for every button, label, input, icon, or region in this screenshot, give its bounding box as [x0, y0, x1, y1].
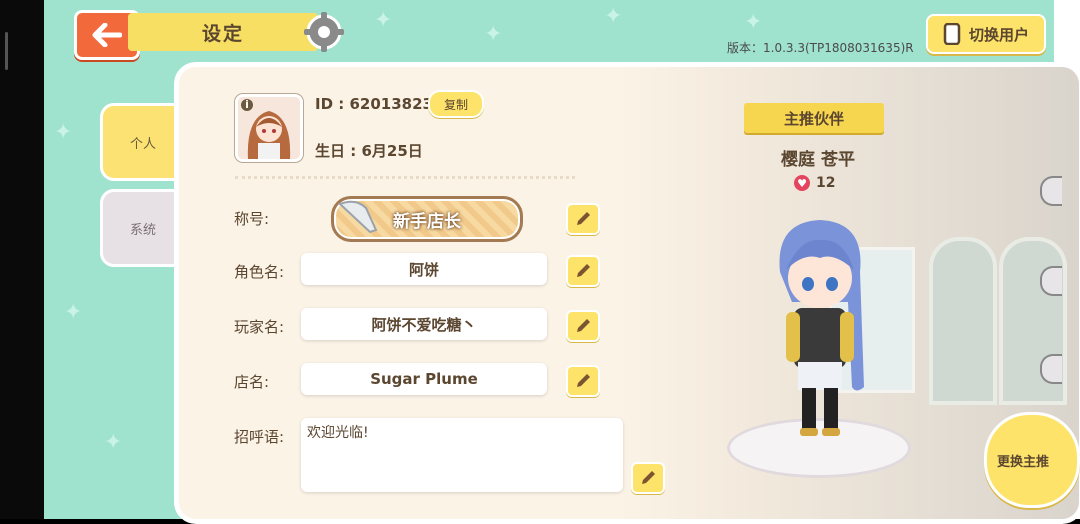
side-slider-handle[interactable]	[1040, 176, 1062, 206]
partner-character-sprite[interactable]	[760, 212, 880, 444]
player-avatar[interactable]: i	[235, 94, 303, 162]
sparkle-icon: ✦	[604, 4, 623, 29]
featured-partner-title: 主推伙伴	[783, 109, 844, 128]
pencil-icon	[577, 319, 590, 332]
tab-system-label: 系统	[129, 222, 156, 238]
dotted-divider	[235, 176, 575, 179]
greeting-label: 招呼语:	[234, 428, 285, 446]
player-birthday: 生日 : 6月25日	[315, 142, 423, 160]
featured-partner-ribbon: 主推伙伴	[744, 103, 884, 133]
arrow-left-icon	[92, 23, 122, 47]
sparkle-icon: ✦	[484, 22, 503, 47]
shop-name-label: 店名:	[234, 373, 270, 391]
edit-player-name-button[interactable]	[566, 310, 600, 342]
side-slider-handle[interactable]	[1040, 354, 1062, 384]
piping-bag-icon	[338, 200, 378, 234]
pencil-icon	[577, 374, 590, 387]
sparkle-icon: ✦	[744, 10, 763, 35]
player-name-field: 阿饼不爱吃糖丶	[301, 308, 547, 340]
tab-personal-label: 个人	[129, 136, 156, 152]
gear-icon	[304, 12, 344, 52]
sparkle-icon: ✦	[64, 300, 83, 325]
copy-id-button[interactable]: 复制	[428, 90, 484, 118]
side-slider-handle[interactable]	[1040, 266, 1062, 296]
title-value: 新手店长	[393, 211, 461, 232]
page-title-ribbon: 设定	[128, 13, 318, 51]
change-partner-label: 更换主推	[996, 454, 1049, 470]
edit-greeting-button[interactable]	[631, 462, 665, 494]
player-id: ID : 62013823	[315, 95, 433, 113]
device-left-bezel	[0, 0, 44, 519]
sparkle-icon: ✦	[374, 8, 393, 33]
affection-value: 12	[816, 175, 836, 191]
edit-shop-name-button[interactable]	[566, 365, 600, 397]
phone-icon	[943, 23, 961, 45]
sparkle-icon: ✦	[104, 430, 123, 455]
switch-user-button[interactable]: 切换用户	[926, 14, 1046, 54]
role-name-field: 阿饼	[301, 253, 547, 285]
player-name-label: 玩家名:	[234, 318, 285, 336]
edit-role-name-button[interactable]	[566, 255, 600, 287]
device-notch	[5, 32, 8, 70]
shop-name-field: Sugar Plume	[301, 363, 547, 395]
edit-title-button[interactable]	[566, 203, 600, 235]
pencil-icon	[577, 264, 590, 277]
scene-shelf	[929, 237, 997, 405]
title-label: 称号:	[234, 210, 270, 228]
pencil-icon	[577, 212, 590, 225]
role-name-label: 角色名:	[234, 263, 285, 281]
change-partner-button[interactable]: 更换主推	[984, 412, 1080, 508]
page-title: 设定	[201, 22, 244, 45]
greeting-field: 欢迎光临!	[301, 418, 623, 492]
pencil-icon	[642, 471, 655, 484]
sparkle-icon: ✦	[54, 120, 73, 145]
affection-display: ♥ 12	[794, 175, 835, 191]
version-text: 版本：1.0.3.3(TP1808031635)R	[727, 41, 914, 55]
partner-name: 樱庭 苍平	[781, 150, 855, 170]
info-icon: i	[241, 99, 253, 111]
heart-icon: ♥	[794, 175, 810, 191]
switch-user-label: 切换用户	[968, 25, 1029, 44]
